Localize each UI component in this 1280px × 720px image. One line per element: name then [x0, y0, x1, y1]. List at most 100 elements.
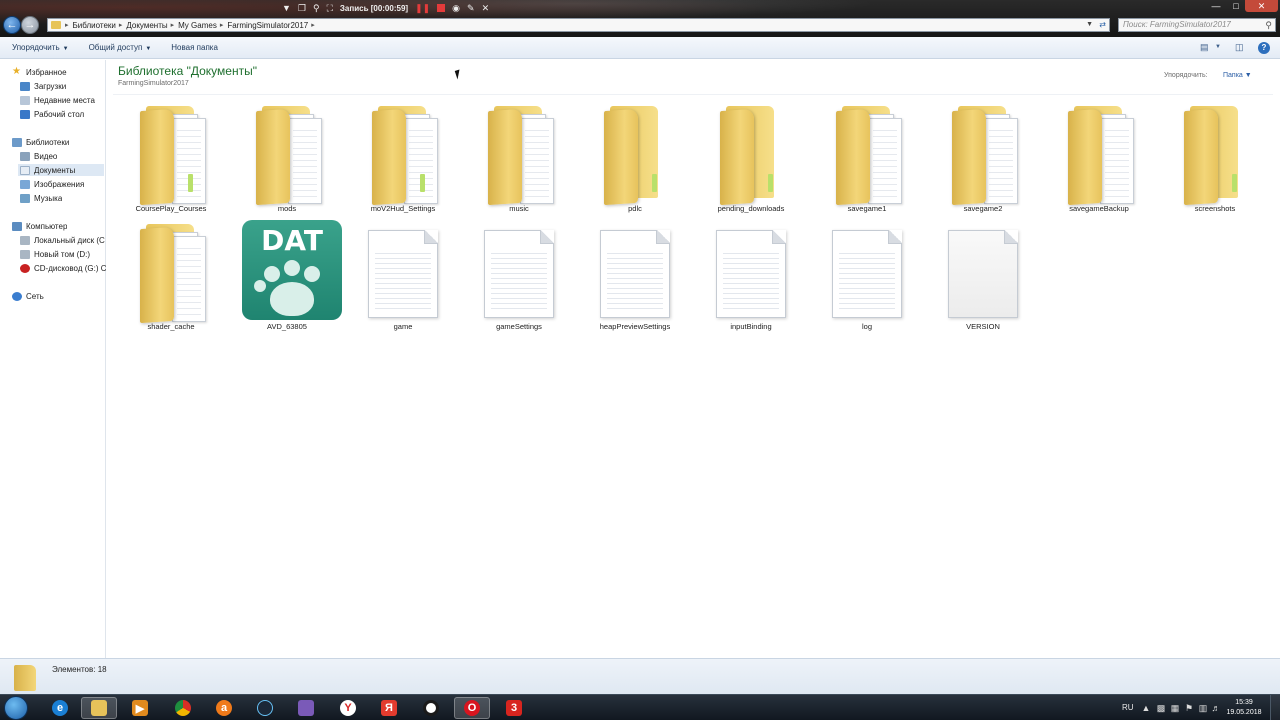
show-desktop-button[interactable]	[1270, 695, 1280, 720]
recorder-menu-icon[interactable]: ▼	[282, 3, 291, 13]
change-view-icon[interactable]: ▤	[1200, 42, 1209, 53]
taskbar-app-purple[interactable]	[288, 697, 324, 719]
camera-icon[interactable]: ◉	[452, 3, 460, 14]
start-button[interactable]	[4, 696, 28, 720]
flag-icon[interactable]: ⚑	[1184, 703, 1194, 713]
breadcrumb-my-games[interactable]: My Games	[178, 21, 217, 30]
signal-icon[interactable]: ▥	[1198, 703, 1208, 713]
back-button[interactable]: ←	[3, 16, 21, 34]
arrange-by-label: Упорядочить:	[1164, 72, 1208, 79]
folder-item[interactable]: music	[464, 100, 574, 218]
folder-item[interactable]: moV2Hud_Settings	[348, 100, 458, 218]
taskbar-avast[interactable]: a	[206, 697, 242, 719]
search-placeholder: Поиск: FarmingSimulator2017	[1123, 20, 1231, 29]
file-item[interactable]: game	[348, 218, 458, 336]
folder-item[interactable]: pdlc	[580, 100, 690, 218]
organize-button[interactable]: Упорядочить ▼	[12, 43, 69, 52]
breadcrumb-separator[interactable]: ▸	[220, 21, 224, 29]
stop-icon[interactable]	[437, 4, 446, 12]
file-item[interactable]: log	[812, 218, 922, 336]
nav-item-drive-c[interactable]: Локальный диск (C	[20, 234, 106, 246]
tray-app-icon[interactable]: ▩	[1156, 703, 1166, 713]
nav-favorites[interactable]: ★ Избранное	[12, 66, 67, 78]
arrange-by-dropdown[interactable]: Папка ▼	[1223, 72, 1252, 79]
recorder-region-icon[interactable]: ⛶	[327, 3, 333, 14]
nav-network[interactable]: Сеть	[12, 290, 44, 302]
folder-item[interactable]: shader_cache	[116, 218, 226, 336]
recorder-close-icon[interactable]: ✕	[482, 3, 490, 14]
pencil-icon[interactable]: ✎	[467, 3, 475, 14]
volume-icon[interactable]: ♬	[1211, 703, 1221, 713]
folder-item[interactable]: CoursePlay_Courses	[116, 100, 226, 218]
file-item[interactable]: VERSION	[928, 218, 1038, 336]
refresh-icon[interactable]: ⇄	[1099, 19, 1106, 31]
folder-icon	[716, 106, 788, 206]
taskbar-explorer[interactable]	[81, 697, 117, 719]
taskbar-steam[interactable]	[247, 697, 283, 719]
nav-item-desktop[interactable]: Рабочий стол	[20, 108, 84, 120]
taskbar-chrome[interactable]	[165, 697, 201, 719]
new-folder-button[interactable]: Новая папка	[171, 43, 218, 52]
nav-item-drive-d[interactable]: Новый том (D:)	[20, 248, 90, 260]
search-input[interactable]: Поиск: FarmingSimulator2017 ⚲	[1118, 18, 1276, 32]
taskbar-game[interactable]: 3	[496, 697, 532, 719]
file-item-dat[interactable]: DAT AVD_63805	[232, 218, 342, 336]
nav-item-images[interactable]: Изображения	[20, 178, 84, 190]
preview-pane-icon[interactable]: ◫	[1235, 42, 1244, 53]
clock-date: 19.05.2018	[1226, 709, 1262, 716]
taskbar-opera[interactable]: O	[454, 697, 490, 719]
maximize-button[interactable]: □	[1227, 0, 1245, 12]
pause-icon[interactable]: ❚❚	[415, 3, 430, 14]
search-icon[interactable]: ⚲	[1265, 19, 1272, 31]
network-tray-icon[interactable]: ▦	[1170, 703, 1180, 713]
nav-item-recent[interactable]: Недавние места	[20, 94, 95, 106]
help-icon[interactable]: ?	[1258, 42, 1270, 54]
taskbar: e ▶ a Y Я O 3 RU ▲ ▩ ▦ ⚑ ▥ ♬ 15:39 19.05…	[0, 694, 1280, 720]
breadcrumb-libraries[interactable]: Библиотеки	[73, 21, 116, 30]
item-label: heapPreviewSettings	[599, 322, 671, 331]
nav-item-video[interactable]: Видео	[20, 150, 57, 162]
forward-button[interactable]: →	[21, 16, 39, 34]
nav-item-music[interactable]: Музыка	[20, 192, 62, 204]
nav-item-documents[interactable]: Документы	[18, 164, 104, 176]
file-item[interactable]: gameSettings	[464, 218, 574, 336]
language-indicator[interactable]: RU	[1122, 695, 1134, 720]
folder-item[interactable]: savegameBackup	[1044, 100, 1154, 218]
breadcrumb-separator[interactable]: ▸	[65, 21, 69, 29]
nav-libraries[interactable]: Библиотеки	[12, 136, 69, 148]
address-dropdown-icon[interactable]: ▼	[1086, 19, 1093, 31]
nav-item-downloads[interactable]: Загрузки	[20, 80, 66, 92]
screen-recorder-icon	[423, 700, 439, 716]
folder-item[interactable]: screenshots	[1160, 100, 1270, 218]
show-hidden-icons[interactable]: ▲	[1141, 703, 1151, 713]
avast-icon: a	[216, 700, 232, 716]
taskbar-ie[interactable]: e	[42, 697, 78, 719]
taskbar-media-player[interactable]: ▶	[122, 697, 158, 719]
minimize-button[interactable]: —	[1205, 0, 1227, 12]
close-button[interactable]: ✕	[1245, 0, 1278, 12]
clock[interactable]: 15:39 19.05.2018	[1222, 698, 1266, 718]
recorder-zoom-icon[interactable]: ⚲	[313, 3, 320, 14]
taskbar-recorder[interactable]	[413, 697, 449, 719]
breadcrumb-documents[interactable]: Документы	[126, 21, 167, 30]
folder-item[interactable]: savegame1	[812, 100, 922, 218]
folder-item[interactable]: mods	[232, 100, 342, 218]
breadcrumb-separator[interactable]: ▸	[119, 21, 123, 29]
taskbar-yandex-browser[interactable]: Y	[330, 697, 366, 719]
breadcrumb-separator[interactable]: ▸	[311, 21, 315, 29]
folder-item[interactable]: pending_downloads	[696, 100, 806, 218]
nav-computer[interactable]: Компьютер	[12, 220, 67, 232]
file-item[interactable]: heapPreviewSettings	[580, 218, 690, 336]
address-bar[interactable]: ▸ Библиотеки ▸ Документы ▸ My Games ▸ Fa…	[47, 18, 1110, 32]
breadcrumb-farmingsimulator[interactable]: FarmingSimulator2017	[227, 21, 308, 30]
file-view: Библиотека "Документы" FarmingSimulator2…	[107, 60, 1280, 658]
taskbar-yandex[interactable]: Я	[371, 697, 407, 719]
view-dropdown-icon[interactable]: ▼	[1215, 44, 1221, 50]
share-button[interactable]: Общий доступ ▼	[89, 43, 152, 52]
recorder-window-icon[interactable]: ❐	[298, 3, 306, 14]
command-bar: Упорядочить ▼ Общий доступ ▼ Новая папка ▤…	[0, 37, 1280, 59]
nav-item-cd-drive[interactable]: CD-дисковод (G:) C	[20, 262, 106, 274]
breadcrumb-separator[interactable]: ▸	[171, 21, 175, 29]
folder-item[interactable]: savegame2	[928, 100, 1038, 218]
file-item[interactable]: inputBinding	[696, 218, 806, 336]
